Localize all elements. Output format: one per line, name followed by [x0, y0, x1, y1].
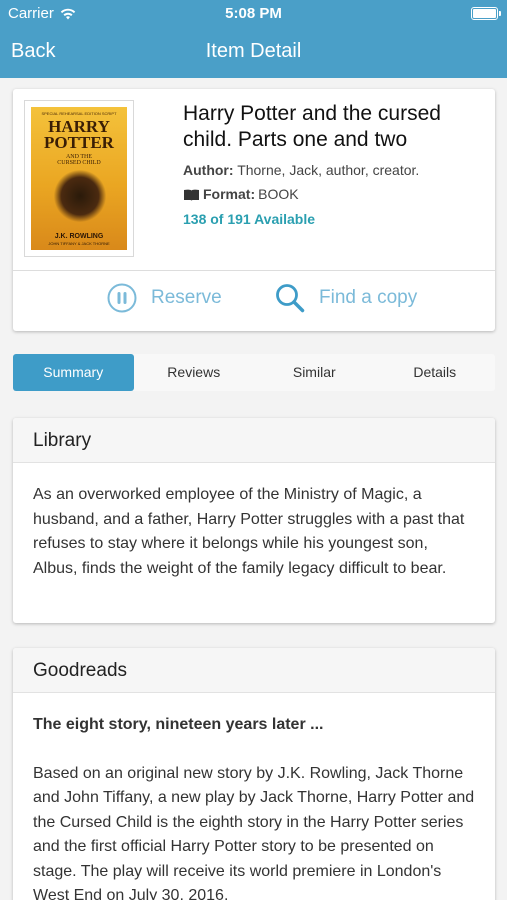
goodreads-summary: Based on an original new story by J.K. R… [33, 764, 475, 900]
status-bar: Carrier 5:08 PM [0, 0, 507, 28]
page-title: Item Detail [205, 40, 302, 62]
tab-bar: Summary Reviews Similar Details [13, 354, 495, 391]
availability-text: 138 of 191 Available [183, 211, 316, 227]
cover-coauthors: JOHN TIFFANY & JACK THORNE [48, 241, 110, 246]
reserve-label: Reserve [151, 287, 222, 308]
format-line: Format: BOOK [183, 186, 299, 202]
nav-bar: Back Item Detail [0, 28, 507, 78]
format-value: BOOK [258, 186, 299, 202]
book-icon [184, 189, 199, 200]
search-icon [276, 284, 305, 313]
goodreads-body: The eight story, nineteen years later ..… [13, 693, 495, 900]
format-label: Format: [203, 186, 256, 202]
cover-art: SPECIAL REHEARSAL EDITION SCRIPT HARRY P… [31, 107, 127, 250]
goodreads-header: Goodreads [13, 648, 495, 693]
book-cover: SPECIAL REHEARSAL EDITION SCRIPT HARRY P… [24, 100, 134, 257]
library-header: Library [13, 418, 495, 463]
library-summary: As an overworked employee of the Ministr… [33, 486, 465, 577]
battery-icon [471, 7, 501, 20]
item-card: SPECIAL REHEARSAL EDITION SCRIPT HARRY P… [13, 89, 495, 331]
tab-similar[interactable]: Similar [254, 354, 375, 391]
clock: 5:08 PM [225, 5, 282, 22]
tab-summary[interactable]: Summary [13, 354, 134, 391]
goodreads-card: Goodreads The eight story, nineteen year… [13, 648, 495, 900]
reserve-button[interactable]: Reserve [107, 283, 222, 313]
tab-details[interactable]: Details [375, 354, 496, 391]
find-copy-label: Find a copy [319, 287, 418, 308]
pause-circle-icon [107, 283, 137, 313]
cover-title-line2: POTTER [44, 133, 114, 152]
tab-reviews[interactable]: Reviews [134, 354, 255, 391]
author-label: Author: [183, 162, 234, 178]
cover-subtitle: AND THE CURSED CHILD [31, 154, 127, 166]
library-card: Library As an overworked employee of the… [13, 418, 495, 623]
cover-subtitle-line2: CURSED CHILD [57, 160, 101, 166]
cover-bird-emblem [53, 170, 107, 222]
goodreads-subheading: The eight story, nineteen years later ..… [33, 716, 324, 733]
cover-edition-text: SPECIAL REHEARSAL EDITION SCRIPT [41, 111, 117, 116]
find-copy-button[interactable]: Find a copy [275, 283, 417, 313]
author-line: Author: Thorne, Jack, author, creator. [183, 162, 419, 178]
divider [13, 270, 495, 271]
cover-author: J.K. ROWLING [54, 233, 104, 240]
cover-title: HARRY POTTER [31, 118, 127, 152]
author-value: Thorne, Jack, author, creator. [237, 162, 420, 178]
book-title: Harry Potter and the cursed child. Parts… [183, 102, 441, 151]
